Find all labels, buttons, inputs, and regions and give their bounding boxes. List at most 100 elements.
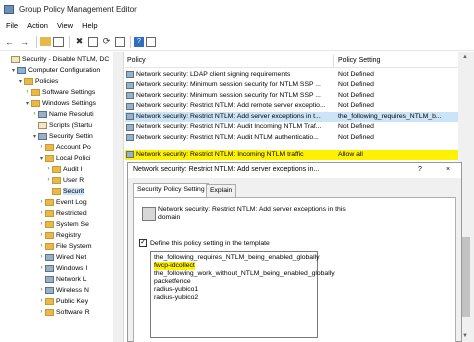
show-hide-tree-icon[interactable] bbox=[53, 36, 64, 47]
tree-item[interactable]: › Wired Net bbox=[38, 252, 86, 263]
tree-item[interactable]: › Account Po bbox=[38, 142, 91, 153]
menu-action[interactable]: Action bbox=[27, 21, 48, 30]
tree-item[interactable]: Scripts (Startu bbox=[31, 120, 92, 131]
menu-view[interactable]: View bbox=[57, 21, 73, 30]
tree-expander[interactable]: › bbox=[38, 144, 45, 150]
tree-item[interactable]: › Software Settings bbox=[24, 87, 95, 98]
folder-icon bbox=[52, 165, 61, 173]
tree-expander[interactable]: ▾ bbox=[31, 133, 38, 140]
policy-name: Network security: Restrict NTLM: Incomin… bbox=[136, 150, 304, 158]
tree-item[interactable]: ▾ Windows Settings bbox=[24, 98, 96, 109]
help-button[interactable]: ? bbox=[418, 166, 422, 173]
export-icon[interactable] bbox=[115, 36, 125, 47]
tree-item[interactable]: Security - Disable NTLM, DC bbox=[4, 54, 109, 65]
tree-scrollbar[interactable] bbox=[113, 52, 123, 342]
tree-item[interactable]: › Windows I bbox=[38, 263, 87, 274]
tree-item[interactable]: › Registry bbox=[38, 230, 81, 241]
policy-row[interactable]: Network security: Restrict NTLM: Add rem… bbox=[125, 102, 463, 112]
define-policy-checkbox-row[interactable]: ✓ Define this policy setting in the temp… bbox=[139, 239, 270, 247]
tree-item[interactable]: › System Se bbox=[38, 219, 89, 230]
tree-item[interactable]: › Public Key bbox=[38, 296, 88, 307]
help-icon[interactable]: ? bbox=[134, 36, 144, 47]
delete-icon[interactable]: ✖ bbox=[73, 35, 86, 48]
exception-entry: radius-yubico1 bbox=[154, 286, 199, 293]
policy-icon bbox=[126, 81, 134, 89]
tree-expander[interactable]: › bbox=[38, 254, 45, 260]
tree-expander[interactable]: › bbox=[45, 166, 52, 172]
policy-icon bbox=[45, 275, 54, 283]
column-header-setting[interactable]: Policy Setting bbox=[338, 57, 380, 64]
refresh-icon[interactable]: ⟳ bbox=[100, 35, 113, 48]
tree-expander[interactable]: › bbox=[38, 298, 45, 304]
tree-item[interactable]: › Restricted bbox=[38, 208, 87, 219]
policy-row[interactable]: Network security: LDAP client signing re… bbox=[125, 70, 463, 80]
tree-expander[interactable]: ▾ bbox=[24, 100, 31, 107]
tree-expander[interactable]: › bbox=[38, 265, 45, 271]
server-exceptions-textarea[interactable]: the_following_requires_NTLM_being_enable… bbox=[150, 251, 335, 338]
tree-item[interactable]: ▾ Local Polici bbox=[38, 153, 90, 164]
tree-expander[interactable]: › bbox=[38, 221, 45, 227]
tree-label: System Se bbox=[56, 220, 89, 228]
policy-row[interactable]: Network security: Minimum session securi… bbox=[125, 91, 463, 101]
tree-item[interactable]: › Event Log bbox=[38, 197, 87, 208]
forward-icon[interactable]: → bbox=[18, 35, 31, 48]
tree-item[interactable]: › File System bbox=[38, 241, 92, 252]
tree-expander[interactable]: ▾ bbox=[17, 78, 24, 85]
tree-item-selected[interactable]: Securit bbox=[45, 186, 85, 197]
close-button[interactable]: × bbox=[446, 166, 450, 173]
tree-expander[interactable]: › bbox=[38, 309, 45, 315]
tree-item[interactable]: ▾ Computer Configuration bbox=[10, 65, 100, 76]
column-separator[interactable] bbox=[333, 55, 334, 68]
filter-icon[interactable] bbox=[146, 36, 156, 47]
policy-icon bbox=[38, 110, 47, 118]
up-folder-icon[interactable] bbox=[40, 37, 51, 46]
tree-expander[interactable]: ▾ bbox=[38, 155, 45, 162]
tree-label: Scripts (Startu bbox=[49, 121, 93, 129]
back-icon[interactable]: ← bbox=[3, 35, 16, 48]
menu-help[interactable]: Help bbox=[82, 21, 97, 30]
define-policy-checkbox[interactable]: ✓ bbox=[139, 239, 147, 247]
tree-expander[interactable]: › bbox=[45, 177, 52, 183]
policy-list: Policy Policy Setting Network security: … bbox=[125, 52, 474, 164]
folder-icon bbox=[45, 231, 54, 239]
properties-icon[interactable] bbox=[88, 36, 98, 47]
scroll-down-icon[interactable]: ▼ bbox=[462, 333, 468, 339]
tree-item[interactable]: › User R bbox=[45, 175, 84, 186]
tree-expander[interactable]: › bbox=[24, 89, 31, 95]
policy-row-selected[interactable]: Network security: Restrict NTLM: Add ser… bbox=[125, 112, 463, 122]
tab-security-policy-setting[interactable]: Security Policy Setting bbox=[133, 183, 209, 197]
menu-bar: File Action View Help bbox=[0, 18, 474, 33]
tree-expander[interactable]: › bbox=[38, 210, 45, 216]
scrollbar-thumb[interactable] bbox=[462, 237, 470, 317]
tree-label: Registry bbox=[56, 231, 81, 239]
tree-item[interactable]: ▾ Security Settin bbox=[31, 131, 93, 142]
policy-row[interactable]: Network security: Restrict NTLM: Audit I… bbox=[125, 123, 463, 133]
tree-expander[interactable]: › bbox=[31, 111, 38, 117]
tree-label: Policies bbox=[35, 77, 59, 85]
tree-item[interactable]: › Name Resoluti bbox=[31, 109, 94, 120]
tree-item[interactable]: › Wireless N bbox=[38, 285, 89, 296]
folder-icon bbox=[45, 297, 54, 305]
policy-row[interactable]: Network security: Minimum session securi… bbox=[125, 81, 463, 91]
tree-item[interactable]: ▾ Policies bbox=[17, 76, 58, 87]
tree-expander[interactable]: › bbox=[38, 199, 45, 205]
tree-expander[interactable]: › bbox=[38, 287, 45, 293]
tab-explain[interactable]: Explain bbox=[206, 184, 237, 197]
tree-item[interactable]: Network L bbox=[38, 274, 87, 285]
tree-expander[interactable]: › bbox=[38, 243, 45, 249]
tree-label: Security Settin bbox=[49, 132, 93, 140]
scroll-up-icon[interactable]: ▲ bbox=[462, 54, 468, 60]
tree-label: Securit bbox=[63, 187, 85, 195]
policy-row-highlighted[interactable]: Network security: Restrict NTLM: Incomin… bbox=[125, 150, 463, 160]
folder-icon bbox=[31, 88, 40, 96]
tree-item[interactable]: › Audit I bbox=[45, 164, 82, 175]
tree-item[interactable]: › Software R bbox=[38, 307, 90, 318]
column-header-policy[interactable]: Policy bbox=[127, 57, 146, 64]
tree-label: Event Log bbox=[56, 198, 87, 206]
tree-expander[interactable]: › bbox=[38, 232, 45, 238]
policy-name: Network security: Minimum session securi… bbox=[136, 91, 321, 99]
menu-file[interactable]: File bbox=[6, 21, 18, 30]
policy-row[interactable]: Network security: Restrict NTLM: Audit N… bbox=[125, 133, 463, 143]
folder-icon bbox=[45, 242, 54, 250]
tree-expander[interactable]: ▾ bbox=[10, 67, 17, 74]
